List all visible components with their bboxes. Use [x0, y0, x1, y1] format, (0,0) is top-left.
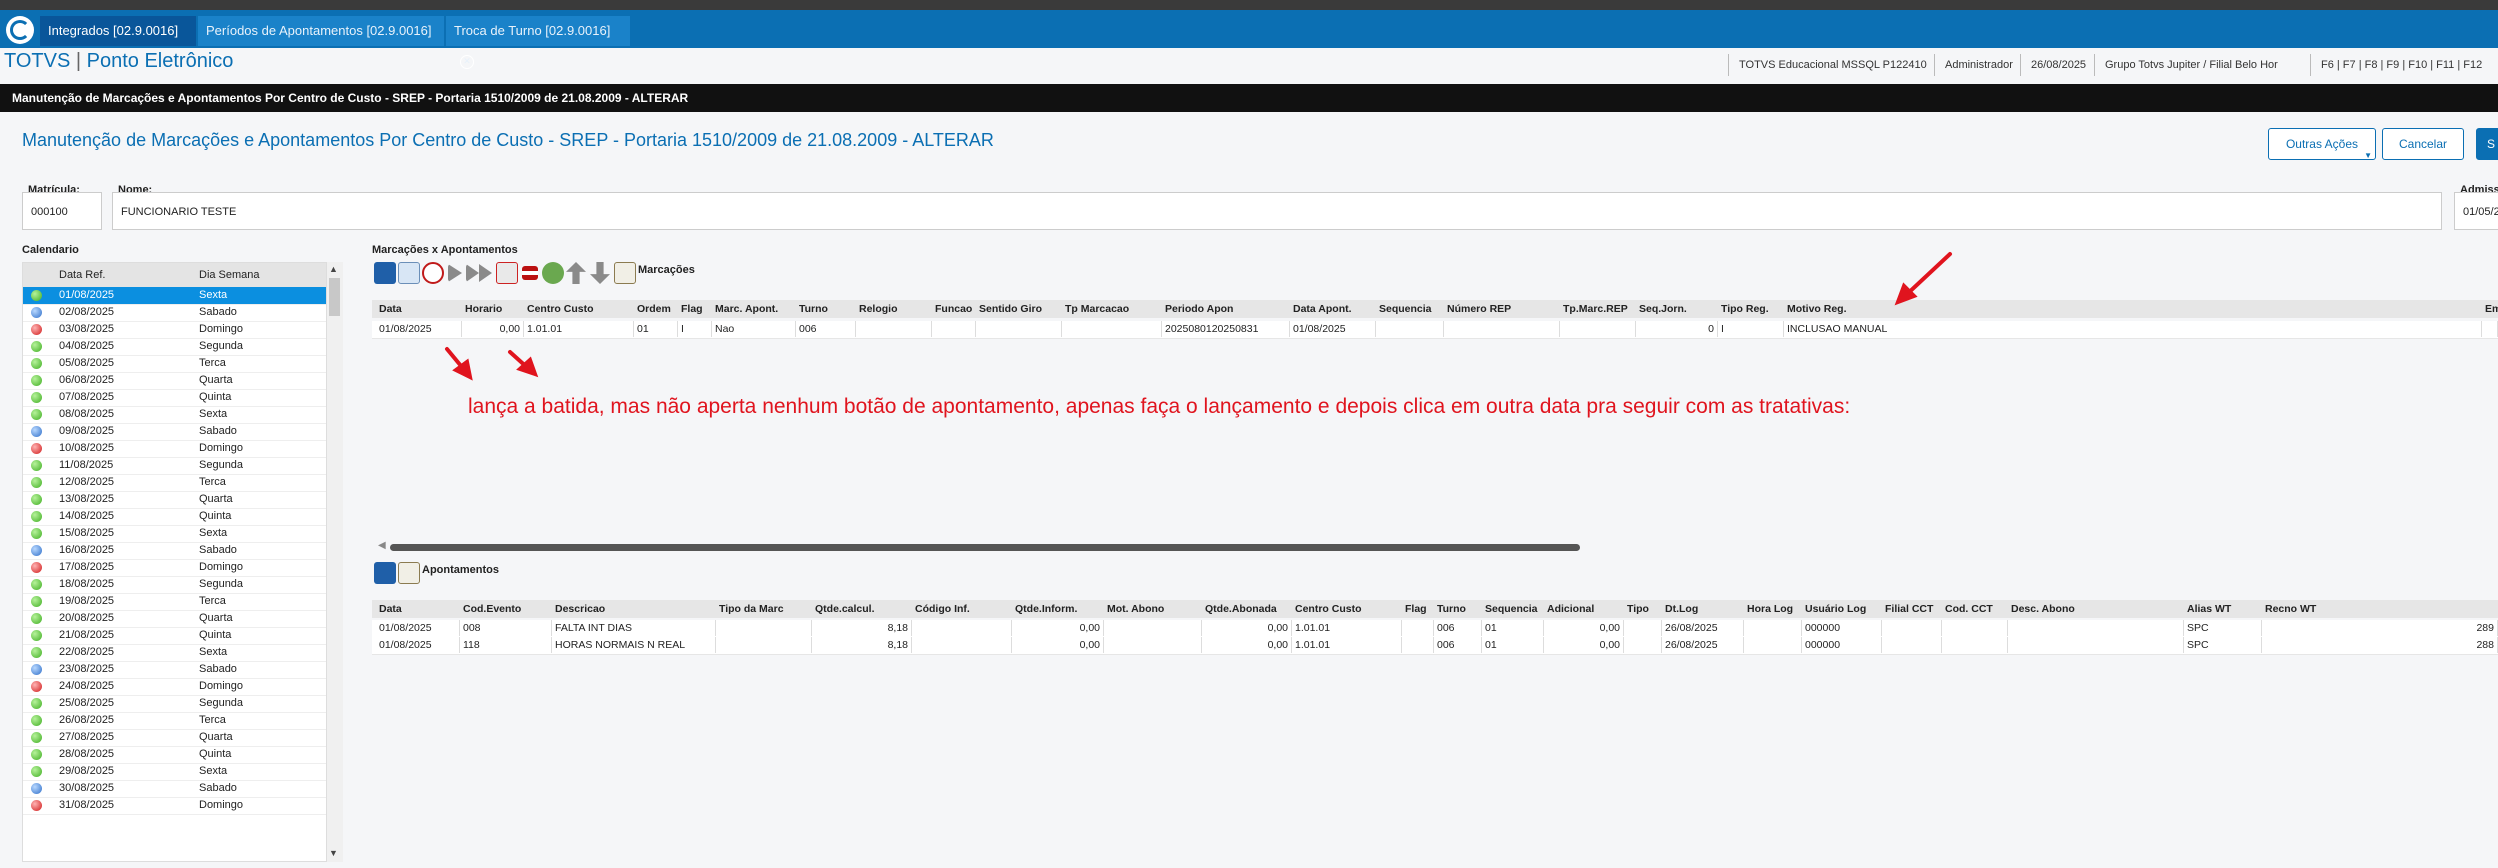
annotation-arrows [445, 252, 1952, 381]
arrow-motivo-reg [1903, 252, 1952, 298]
